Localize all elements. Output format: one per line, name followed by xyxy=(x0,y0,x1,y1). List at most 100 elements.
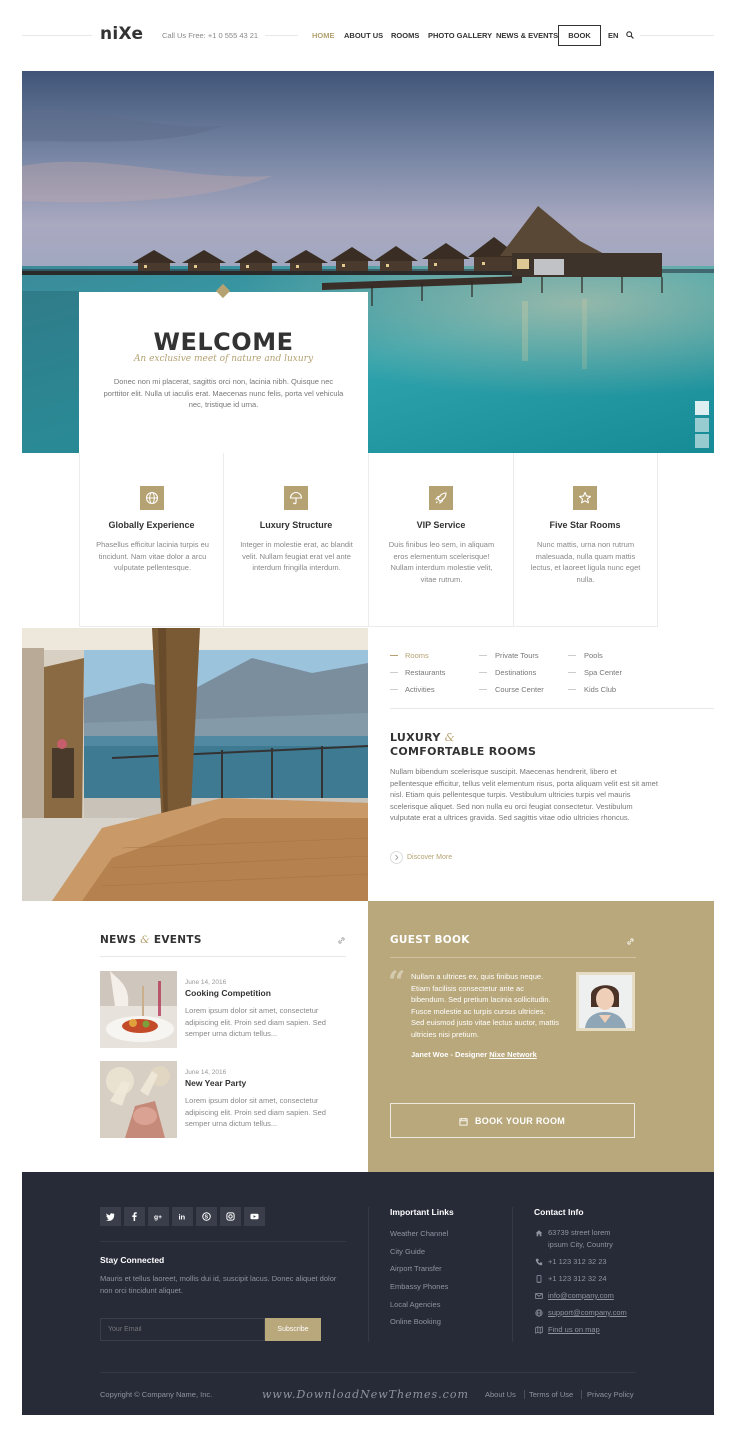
link-icon[interactable] xyxy=(626,937,635,946)
nav-home[interactable]: HOME xyxy=(312,31,335,40)
home-icon xyxy=(535,1230,543,1237)
guest-author-company[interactable]: Nixe Network xyxy=(489,1050,537,1059)
feature-five-star-rooms: Five Star Rooms Nunc mattis, urna non ru… xyxy=(513,453,658,627)
book-button[interactable]: BOOK xyxy=(558,25,601,46)
contact-address-line2: ipsum City, Country xyxy=(548,1240,613,1249)
footer-link-airport-transfer[interactable]: Airport Transfer xyxy=(390,1264,442,1273)
amenity-dash xyxy=(568,689,576,690)
umbrella-icon xyxy=(284,486,308,510)
instagram-icon[interactable] xyxy=(220,1207,241,1226)
bottom-link-separator xyxy=(581,1390,582,1399)
slider-dot-2[interactable] xyxy=(695,418,709,432)
contact-support[interactable]: support@company.com xyxy=(548,1307,627,1319)
link-icon[interactable] xyxy=(337,936,346,945)
feature-text: Integer in molestie erat, ac blandit vel… xyxy=(240,540,353,572)
feature-vip-service: VIP Service Duis finibus leo sem, in ali… xyxy=(369,453,514,627)
guest-book-section: GUEST BOOK “ Nullam a ultrices ex, quis … xyxy=(368,901,714,1172)
feature-title: VIP Service xyxy=(416,520,466,530)
stay-connected-title: Stay Connected xyxy=(100,1255,165,1265)
slider-dot-3[interactable] xyxy=(695,434,709,448)
slider-dot-1[interactable] xyxy=(695,401,709,415)
amenity-dash xyxy=(390,672,398,673)
amenity-rooms[interactable]: Rooms xyxy=(405,651,429,660)
contact-info-title: Contact Info xyxy=(534,1207,584,1217)
amenity-spa-center[interactable]: Spa Center xyxy=(584,668,622,677)
nav-rooms[interactable]: ROOMS xyxy=(391,31,419,40)
bottom-link-terms[interactable]: Terms of Use xyxy=(529,1390,573,1399)
amenity-dash xyxy=(568,655,576,656)
nav-photo-gallery[interactable]: PHOTO GALLERY xyxy=(428,31,492,40)
linkedin-icon[interactable]: in xyxy=(172,1207,193,1226)
logo[interactable]: niXe xyxy=(100,24,143,44)
book-your-room-button[interactable]: BOOK YOUR ROOM xyxy=(390,1103,635,1138)
bottom-link-separator xyxy=(524,1390,525,1399)
amenity-course-center[interactable]: Course Center xyxy=(495,685,544,694)
email-input[interactable] xyxy=(100,1318,265,1341)
header-rule-mid xyxy=(265,35,298,36)
news-date: June 14, 2016 xyxy=(185,1069,227,1076)
news-date: June 14, 2016 xyxy=(185,979,227,986)
guest-author-name: Janet Woe - Designer xyxy=(411,1050,488,1059)
header-rule-left xyxy=(22,35,92,36)
youtube-icon[interactable] xyxy=(244,1207,265,1226)
guest-underline xyxy=(390,957,636,958)
footer-vertical-divider xyxy=(512,1207,513,1342)
search-icon[interactable] xyxy=(626,31,634,39)
footer-link-embassy-phones[interactable]: Embassy Phones xyxy=(390,1282,448,1291)
amenity-kids-club[interactable]: Kids Club xyxy=(584,685,616,694)
site-footer: g+ in S Stay Connected Mauris et tellus … xyxy=(22,1172,714,1415)
nav-news-events[interactable]: NEWS & EVENTS xyxy=(496,31,558,40)
phone-icon xyxy=(535,1258,543,1266)
header-rule-right xyxy=(640,35,714,36)
news-image-party[interactable] xyxy=(100,1061,177,1138)
feature-title: Luxury Structure xyxy=(259,520,333,530)
amenity-activities[interactable]: Activities xyxy=(405,685,435,694)
footer-link-online-booking[interactable]: Online Booking xyxy=(390,1317,441,1326)
bottom-link-about-us[interactable]: About Us xyxy=(485,1390,516,1399)
contact-phone: +1 123 312 32 23 xyxy=(548,1257,607,1266)
globe-icon xyxy=(140,486,164,510)
contact-map-link[interactable]: Find us on map xyxy=(548,1324,600,1336)
bottom-link-privacy[interactable]: Privacy Policy xyxy=(587,1390,634,1399)
contact-email[interactable]: info@company.com xyxy=(548,1290,614,1302)
news-item-text: Lorem ipsum dolor sit amet, consectetur … xyxy=(185,1006,326,1038)
welcome-title: WELCOME xyxy=(153,328,294,356)
google-plus-icon[interactable]: g+ xyxy=(148,1207,169,1226)
news-title-word2: EVENTS xyxy=(153,934,202,946)
footer-link-local-agencies[interactable]: Local Agencies xyxy=(390,1300,440,1309)
header-phone: Call Us Free: +1 0 555 43 21 xyxy=(162,31,259,40)
rooms-title-line2: COMFORTABLE ROOMS xyxy=(390,745,537,758)
important-links-title: Important Links xyxy=(390,1207,454,1217)
footer-vertical-divider xyxy=(368,1207,369,1342)
footer-link-weather-channel[interactable]: Weather Channel xyxy=(390,1229,448,1238)
news-item-title[interactable]: New Year Party xyxy=(185,1078,246,1088)
skype-icon[interactable]: S xyxy=(196,1207,217,1226)
mobile-icon xyxy=(536,1275,542,1283)
facebook-icon[interactable] xyxy=(124,1207,145,1226)
feature-title: Five Star Rooms xyxy=(549,520,621,530)
amenity-dash xyxy=(479,672,487,673)
subscribe-button[interactable]: Subscribe xyxy=(265,1318,321,1341)
nav-about-us[interactable]: ABOUT US xyxy=(344,31,383,40)
room-photo xyxy=(22,628,368,901)
stay-connected-text: Mauris et tellus laoreet, mollis dui id,… xyxy=(100,1274,337,1295)
amenity-dash xyxy=(390,655,398,656)
book-your-room-label: BOOK YOUR ROOM xyxy=(475,1116,566,1126)
amenity-pools[interactable]: Pools xyxy=(584,651,603,660)
news-image-cooking[interactable] xyxy=(100,971,177,1048)
amenity-dash xyxy=(390,689,398,690)
amenity-restaurants[interactable]: Restaurants xyxy=(405,668,445,677)
feature-globally-experience: Globally Experience Phasellus efficitur … xyxy=(79,453,224,627)
footer-divider xyxy=(100,1241,346,1242)
language-selector[interactable]: EN xyxy=(608,31,618,40)
feature-text: Phasellus efficitur lacinia turpis eu ti… xyxy=(96,540,209,572)
twitter-icon[interactable] xyxy=(100,1207,121,1226)
news-item-title[interactable]: Cooking Competition xyxy=(185,988,271,998)
amenity-private-tours[interactable]: Private Tours xyxy=(495,651,539,660)
star-icon xyxy=(573,486,597,510)
feature-text: Duis finibus leo sem, in aliquam eros el… xyxy=(388,540,495,584)
news-item-text: Lorem ipsum dolor sit amet, consectetur … xyxy=(185,1096,326,1128)
feature-text: Nunc mattis, urna non rutrum malesuada, … xyxy=(530,540,641,584)
footer-link-city-guide[interactable]: City Guide xyxy=(390,1247,425,1256)
amenity-destinations[interactable]: Destinations xyxy=(495,668,536,677)
